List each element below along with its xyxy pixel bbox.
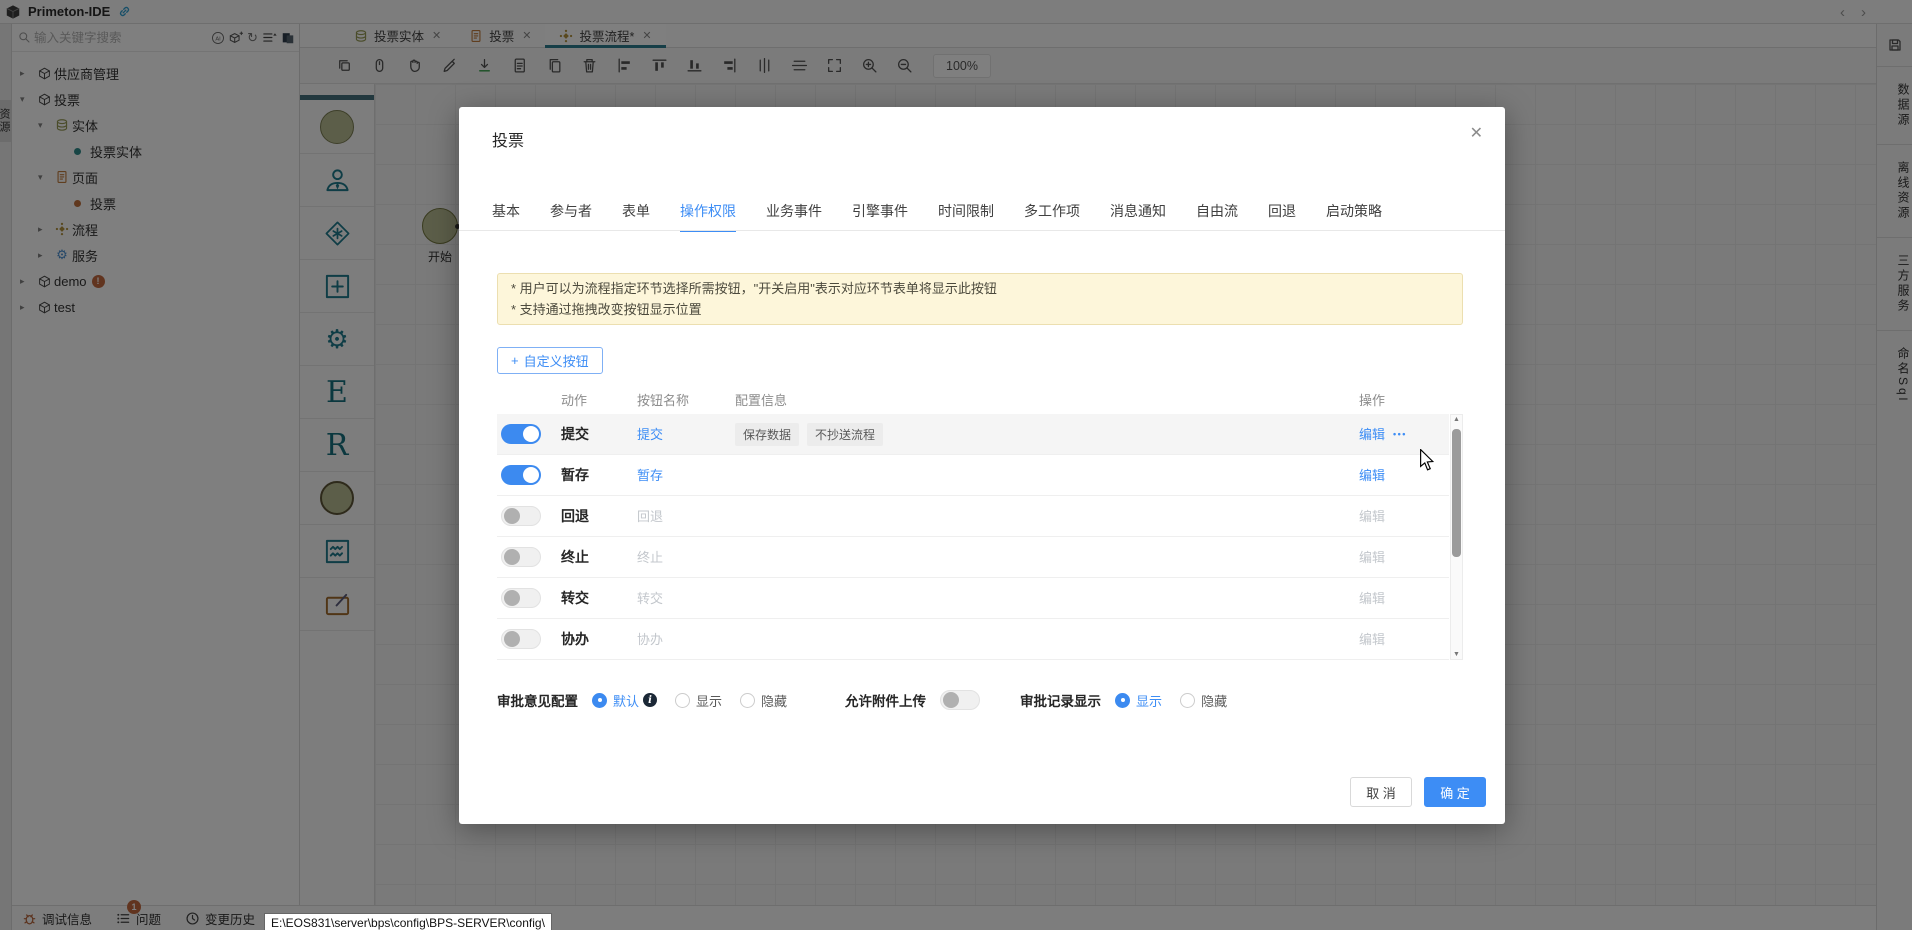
scroll-down-icon[interactable]: ▼: [1451, 651, 1462, 658]
toggle-on[interactable]: [501, 424, 541, 444]
dialog-tab[interactable]: 基本: [492, 201, 520, 232]
edit-link: 编辑: [1359, 619, 1385, 660]
ok-button[interactable]: 确 定: [1424, 777, 1486, 807]
button-table-row: 终止 终止 编辑: [497, 537, 1449, 578]
action-label: 协办: [561, 619, 589, 660]
add-custom-button-label: 自定义按钮: [524, 351, 589, 370]
opinion-radio-label: 隐藏: [761, 691, 787, 710]
button-table-header: 动作 按钮名称 配置信息 操作: [497, 386, 1449, 412]
dialog-footer: 取 消 确 定: [1350, 777, 1486, 807]
button-name-link: 协办: [637, 619, 663, 660]
opinion-radio-label: 显示: [696, 691, 722, 710]
button-table-row: 提交 提交 保存数据不抄送流程 编辑 •••: [497, 414, 1449, 455]
dialog-tab[interactable]: 启动策略: [1326, 201, 1382, 232]
plus-icon: +: [511, 353, 519, 368]
action-label: 回退: [561, 496, 589, 537]
button-table-body: 提交提交保存数据不抄送流程编辑•••暂存暂存编辑回退回退编辑终止终止编辑转交转交…: [497, 414, 1449, 660]
table-column-header: 按钮名称: [637, 390, 689, 409]
approval-options-row: 审批意见配置 默认 i 显示 隐藏 允许附件上传 审批记录显示 显示 隐藏: [497, 685, 1463, 715]
ide-screen: Primeton-IDE ‹ › 资源 AI↻ ▸供应商管理▾投票▾实体投票实体…: [0, 0, 1912, 930]
dialog-tab[interactable]: 时间限制: [938, 201, 994, 232]
dialog-tab[interactable]: 回退: [1268, 201, 1296, 232]
action-label: 暂存: [561, 455, 589, 496]
edit-link: 编辑: [1359, 578, 1385, 619]
scroll-up-icon[interactable]: ▲: [1451, 416, 1462, 423]
toggle-knob: [523, 467, 539, 483]
notice-line: * 用户可以为流程指定环节选择所需按钮，"开关启用"表示对应环节表单将显示此按钮: [511, 278, 1449, 299]
attachment-label: 允许附件上传: [845, 690, 926, 710]
vote-settings-dialog: 投票 ✕ 基本参与者表单操作权限业务事件引擎事件时间限制多工作项消息通知自由流回…: [459, 107, 1505, 824]
toggle-off[interactable]: [501, 547, 541, 567]
toggle-on[interactable]: [501, 465, 541, 485]
config-tags: 保存数据不抄送流程: [735, 414, 883, 455]
toggle-off[interactable]: [501, 588, 541, 608]
button-name-link: 转交: [637, 578, 663, 619]
edit-link[interactable]: 编辑: [1359, 414, 1385, 455]
toggle-knob: [943, 692, 959, 708]
table-column-header: 配置信息: [735, 390, 787, 409]
toggle-knob: [523, 426, 539, 442]
record-radio-label: 隐藏: [1201, 691, 1227, 710]
config-tag: 保存数据: [735, 423, 799, 446]
opinion-radio-label: 默认: [613, 691, 639, 710]
button-table-row: 转交 转交 编辑: [497, 578, 1449, 619]
info-icon[interactable]: i: [643, 693, 657, 707]
dialog-tab[interactable]: 自由流: [1196, 201, 1238, 232]
toggle-knob: [504, 549, 520, 565]
dialog-tabs: 基本参与者表单操作权限业务事件引擎事件时间限制多工作项消息通知自由流回退启动策略: [492, 201, 1382, 232]
edit-link: 编辑: [1359, 537, 1385, 578]
opinion-radio-unselected[interactable]: [740, 693, 755, 708]
scrollbar-thumb[interactable]: [1452, 429, 1461, 557]
toggle-knob: [504, 631, 520, 647]
dialog-tab[interactable]: 多工作项: [1024, 201, 1080, 232]
tabs-divider: [459, 230, 1505, 231]
record-radio-label: 显示: [1136, 691, 1162, 710]
attachment-toggle[interactable]: [940, 690, 980, 710]
close-icon[interactable]: ✕: [1470, 123, 1483, 143]
record-radio-selected[interactable]: [1115, 693, 1130, 708]
dialog-tab[interactable]: 表单: [622, 201, 650, 232]
toggle-off[interactable]: [501, 506, 541, 526]
button-name-link: 回退: [637, 496, 663, 537]
edit-link[interactable]: 编辑: [1359, 455, 1385, 496]
opinion-label: 审批意见配置: [497, 690, 578, 710]
button-table-row: 回退 回退 编辑: [497, 496, 1449, 537]
cancel-button[interactable]: 取 消: [1350, 777, 1412, 807]
toggle-off[interactable]: [501, 629, 541, 649]
table-column-header: 动作: [561, 390, 587, 409]
mouse-cursor: [1418, 449, 1436, 476]
record-radio-unselected[interactable]: [1180, 693, 1195, 708]
action-label: 提交: [561, 414, 589, 455]
opinion-radio-unselected[interactable]: [675, 693, 690, 708]
toggle-knob: [504, 590, 520, 606]
config-tag: 不抄送流程: [807, 423, 883, 446]
table-column-header: 操作: [1359, 390, 1385, 409]
record-label: 审批记录显示: [1020, 690, 1101, 710]
button-table-row: 协办 协办 编辑: [497, 619, 1449, 660]
dialog-tab[interactable]: 业务事件: [766, 201, 822, 232]
notice-box: * 用户可以为流程指定环节选择所需按钮，"开关启用"表示对应环节表单将显示此按钮…: [497, 273, 1463, 325]
action-label: 终止: [561, 537, 589, 578]
button-name-link: 终止: [637, 537, 663, 578]
notice-line: * 支持通过拖拽改变按钮显示位置: [511, 299, 1449, 320]
button-table-row: 暂存 暂存 编辑: [497, 455, 1449, 496]
button-name-link[interactable]: 提交: [637, 414, 663, 455]
more-actions-icon[interactable]: •••: [1393, 414, 1407, 455]
edit-link: 编辑: [1359, 496, 1385, 537]
toggle-knob: [504, 508, 520, 524]
dialog-title: 投票: [492, 127, 524, 151]
table-scrollbar[interactable]: ▲ ▼: [1450, 414, 1463, 660]
button-name-link[interactable]: 暂存: [637, 455, 663, 496]
path-tooltip: E:\EOS831\server\bps\config\BPS-SERVER\c…: [264, 913, 552, 930]
dialog-tab[interactable]: 参与者: [550, 201, 592, 232]
add-custom-button[interactable]: + 自定义按钮: [497, 347, 603, 374]
dialog-tab[interactable]: 引擎事件: [852, 201, 908, 232]
dialog-tab[interactable]: 消息通知: [1110, 201, 1166, 232]
action-label: 转交: [561, 578, 589, 619]
dialog-tab[interactable]: 操作权限: [680, 201, 736, 232]
opinion-radio-selected[interactable]: [592, 693, 607, 708]
